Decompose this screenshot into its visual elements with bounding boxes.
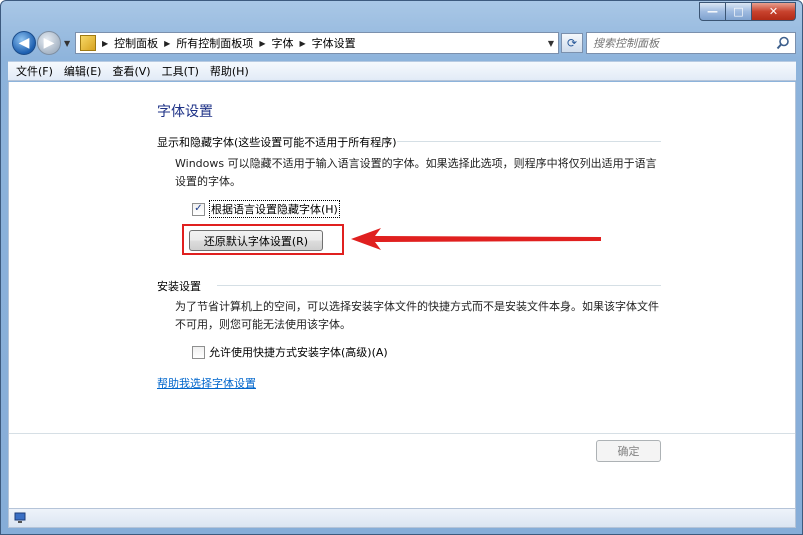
shortcut-install-checkbox[interactable] [192,345,205,359]
forward-arrow-icon: ▶ [43,35,55,51]
ok-button[interactable]: 确定 [596,440,661,462]
back-arrow-icon: ◀ [18,35,30,51]
status-bar [8,508,796,528]
menu-edit[interactable]: 编辑(E) [64,63,102,79]
breadcrumb-separator-icon[interactable]: ▶ [164,39,170,48]
section-divider [397,141,661,142]
forward-button[interactable]: ▶ [37,31,61,55]
breadcrumb-all-items[interactable]: 所有控制面板项 [176,35,253,51]
caption-buttons: — □ ✕ [699,2,796,21]
breadcrumb-separator-icon[interactable]: ▶ [102,39,108,48]
hide-fonts-checkbox[interactable]: ✓ [192,202,205,216]
section-divider [217,285,661,286]
recent-pages-dropdown[interactable]: ▼ [64,39,72,48]
maximize-button[interactable]: □ [726,2,752,21]
control-panel-icon [80,35,96,51]
install-description: 为了节省计算机上的空间，可以选择安装字体文件的快捷方式而不是安装文件本身。如果该… [175,300,659,331]
minimize-button[interactable]: — [699,2,726,21]
menu-file[interactable]: 文件(F) [16,63,53,79]
hide-fonts-label[interactable]: 根据语言设置隐藏字体(H) [209,200,340,218]
content-pane: 字体设置 显示和隐藏字体(这些设置可能不适用于所有程序) Windows 可以隐… [8,82,796,508]
section-title-show-hide: 显示和隐藏字体(这些设置可能不适用于所有程序) [157,136,397,149]
search-box[interactable] [586,32,796,54]
annotation-arrow-icon [351,228,601,250]
explorer-window: — □ ✕ ◀ ▶ ▼ ▶ 控制面板 ▶ 所有控制面板项 ▶ 字体 ▶ 字体设置… [0,0,803,535]
breadcrumb-separator-icon[interactable]: ▶ [299,39,305,48]
breadcrumb-font-settings[interactable]: 字体设置 [312,35,356,51]
back-button[interactable]: ◀ [12,31,36,55]
breadcrumb-fonts[interactable]: 字体 [271,35,293,51]
address-dropdown-icon[interactable]: ▼ [544,33,558,53]
menu-view[interactable]: 查看(V) [112,63,150,79]
search-input[interactable] [593,36,773,50]
menu-help[interactable]: 帮助(H) [210,63,249,79]
section-title-install: 安装设置 [157,280,201,293]
hide-fonts-checkbox-row[interactable]: ✓ 根据语言设置隐藏字体(H) [192,200,340,218]
help-choose-font-settings-link[interactable]: 帮助我选择字体设置 [157,375,256,391]
refresh-button[interactable]: ⟳ [561,33,583,53]
page-title: 字体设置 [157,104,213,120]
footer-divider [9,433,795,434]
shortcut-install-label[interactable]: 允许使用快捷方式安装字体(高级)(A) [209,344,388,360]
address-bar[interactable]: ▶ 控制面板 ▶ 所有控制面板项 ▶ 字体 ▶ 字体设置 ▼ [75,32,559,54]
breadcrumb-separator-icon[interactable]: ▶ [259,39,265,48]
breadcrumb-control-panel[interactable]: 控制面板 [114,35,158,51]
navigation-bar: ◀ ▶ ▼ ▶ 控制面板 ▶ 所有控制面板项 ▶ 字体 ▶ 字体设置 ▼ ⟳ [9,30,796,56]
close-button[interactable]: ✕ [752,2,796,21]
shortcut-install-checkbox-row[interactable]: 允许使用快捷方式安装字体(高级)(A) [192,344,388,360]
menu-tools[interactable]: 工具(T) [162,63,199,79]
menu-bar: 文件(F) 编辑(E) 查看(V) 工具(T) 帮助(H) [8,61,796,81]
search-icon[interactable] [776,36,790,50]
refresh-icon: ⟳ [566,36,578,50]
restore-default-fonts-button[interactable]: 还原默认字体设置(R) [189,230,323,251]
show-hide-description: Windows 可以隐藏不适用于输入语言设置的字体。如果选择此选项，则程序中将仅… [175,157,657,188]
computer-status-icon [14,512,26,523]
